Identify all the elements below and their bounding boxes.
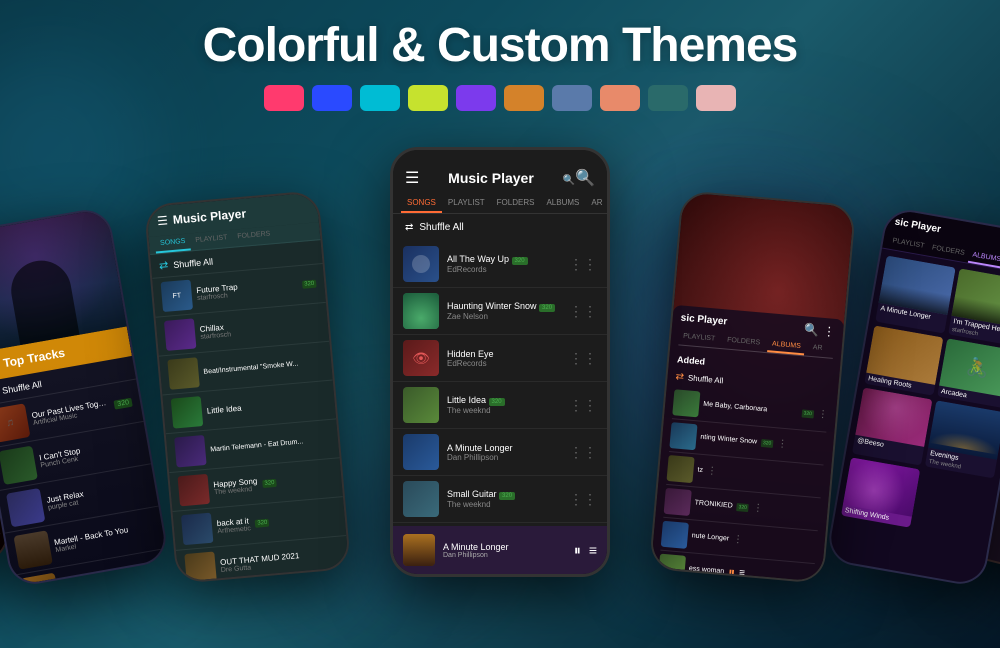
queue-button[interactable]: ≡ — [589, 542, 597, 558]
song-item[interactable]: A Minute Longer Dan Phillipson ⋮ — [393, 429, 607, 476]
phones-display: ☰ Music Player SONGS PLAYLIST FOLD ⇄ Shu… — [0, 127, 1000, 577]
phone-center: Music Player 🔍 SONGS PLAYLIST FOLDERS AL… — [390, 147, 610, 577]
now-playing-thumbnail — [403, 534, 435, 566]
phone-right-1: sic Player 🔍 ⋮ PLAYLIST FOLDERS ALBUMS A… — [649, 190, 856, 584]
song-thumbnail — [403, 293, 439, 329]
swatch-amber[interactable] — [504, 85, 544, 111]
main-title: Colorful & Custom Themes — [0, 18, 1000, 73]
song-thumbnail — [403, 434, 439, 470]
hamburger-icon — [405, 168, 419, 188]
now-playing-title: A Minute Longer — [443, 542, 566, 552]
more-options-icon[interactable]: ⋮ — [569, 444, 597, 461]
center-app-title: Music Player — [448, 170, 534, 186]
shuffle-label: Shuffle All — [419, 222, 463, 233]
theme-swatches — [0, 85, 1000, 111]
song-title: All The Way Up 320 — [447, 254, 561, 265]
tab-folders[interactable]: FOLDERS — [491, 194, 541, 213]
playback-controls[interactable]: ⏸ ≡ — [574, 542, 597, 559]
song-thumbnail — [403, 481, 439, 517]
song-item[interactable]: All The Way Up 320 EdRecords ⋮ — [393, 241, 607, 288]
song-artist: The weeknd — [447, 406, 561, 415]
song-info: Hidden Eye EdRecords — [447, 349, 561, 368]
tab-songs[interactable]: SONGS — [401, 194, 442, 213]
song-title: Haunting Winter Snow 320 — [447, 301, 561, 312]
song-artist: The weeknd — [447, 500, 561, 509]
more-options-icon[interactable]: ⋮ — [569, 397, 597, 414]
song-title: Hidden Eye — [447, 349, 561, 359]
center-tabs: SONGS PLAYLIST FOLDERS ALBUMS AR — [393, 194, 607, 214]
swatch-slate-blue[interactable] — [552, 85, 592, 111]
song-info: Little Idea 320 The weeknd — [447, 395, 561, 415]
swatch-deep-blue[interactable] — [312, 85, 352, 111]
swatch-teal[interactable] — [360, 85, 400, 111]
swatch-dark-teal[interactable] — [648, 85, 688, 111]
now-playing-bar: A Minute Longer Dan Phillipson ⏸ ≡ — [393, 526, 607, 574]
song-thumbnail — [403, 387, 439, 423]
phone-left-1: ☰ Music Player SONGS PLAYLIST FOLDERS ⇄ … — [144, 190, 351, 584]
shuffle-all-row[interactable]: ⇄ Shuffle All — [393, 214, 607, 241]
song-title: Little Idea 320 — [447, 395, 561, 406]
more-options-icon[interactable]: ⋮ — [569, 491, 597, 508]
tab-playlist[interactable]: PLAYLIST — [442, 194, 491, 213]
search-icon[interactable]: 🔍 — [563, 168, 595, 188]
swatch-light-pink[interactable] — [696, 85, 736, 111]
song-title: Small Guitar 320 — [447, 489, 561, 500]
song-artist: Dan Phillipson — [447, 453, 561, 462]
tab-ar[interactable]: AR — [585, 194, 607, 213]
swatch-hot-pink[interactable] — [264, 85, 304, 111]
pause-button[interactable]: ⏸ — [574, 542, 581, 559]
song-item[interactable]: 👁 Hidden Eye EdRecords ⋮ — [393, 335, 607, 382]
phone-left-2: My Top Tracks ⇄ Shuffle All 🎵 Our Past L… — [0, 206, 170, 588]
song-item[interactable]: Haunting Winter Snow 320 Zae Nelson ⋮ — [393, 288, 607, 335]
more-options-icon[interactable]: ⋮ — [569, 256, 597, 273]
song-info: Haunting Winter Snow 320 Zae Nelson — [447, 301, 561, 321]
song-list: All The Way Up 320 EdRecords ⋮ Haunting … — [393, 241, 607, 570]
song-item[interactable]: Little Idea 320 The weeknd ⋮ — [393, 382, 607, 429]
swatch-salmon[interactable] — [600, 85, 640, 111]
more-options-icon[interactable]: ⋮ — [569, 350, 597, 367]
song-artist: Zae Nelson — [447, 312, 561, 321]
now-playing-info: A Minute Longer Dan Phillipson — [443, 542, 566, 559]
song-artist: EdRecords — [447, 265, 561, 274]
song-title: A Minute Longer — [447, 443, 561, 453]
tab-albums[interactable]: ALBUMS — [540, 194, 585, 213]
swatch-yellow-green[interactable] — [408, 85, 448, 111]
song-thumbnail — [403, 246, 439, 282]
shuffle-icon: ⇄ — [405, 222, 413, 233]
song-thumbnail: 👁 — [403, 340, 439, 376]
song-item[interactable]: Small Guitar 320 The weeknd ⋮ — [393, 476, 607, 523]
song-artist: EdRecords — [447, 359, 561, 368]
song-info: Small Guitar 320 The weeknd — [447, 489, 561, 509]
center-phone-header: Music Player 🔍 — [393, 158, 607, 194]
song-info: A Minute Longer Dan Phillipson — [447, 443, 561, 462]
phone-right-2: sic Player 🔍 PLAYLIST FOLDERS ALBUMS All… — [825, 206, 1000, 588]
swatch-purple[interactable] — [456, 85, 496, 111]
song-info: All The Way Up 320 EdRecords — [447, 254, 561, 274]
more-options-icon[interactable]: ⋮ — [569, 303, 597, 320]
page-title-section: Colorful & Custom Themes — [0, 0, 1000, 85]
now-playing-artist: Dan Phillipson — [443, 552, 566, 559]
